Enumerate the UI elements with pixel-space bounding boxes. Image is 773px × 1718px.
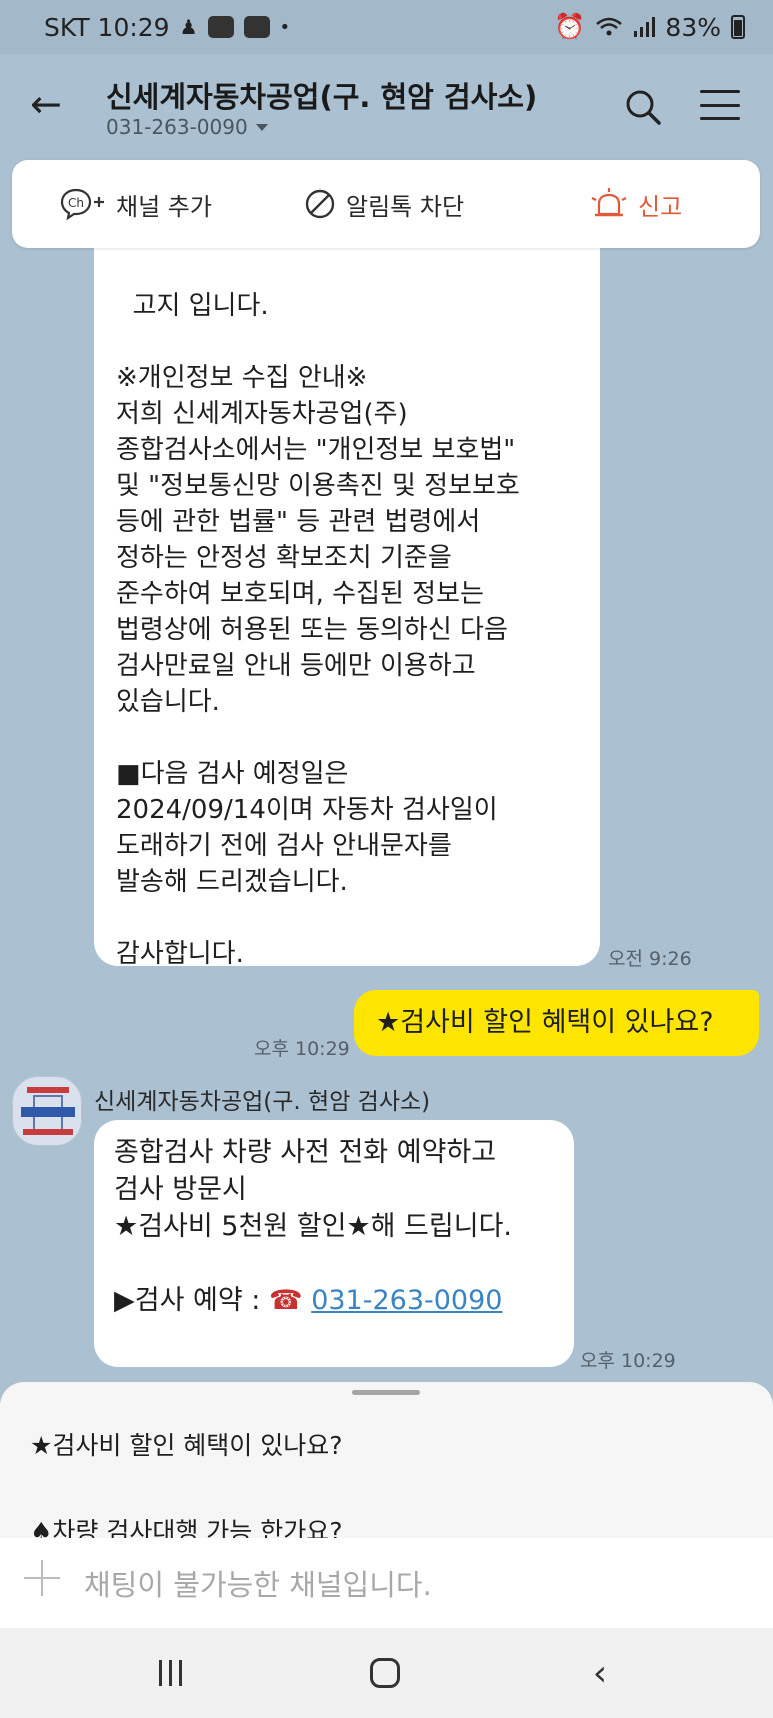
notification-icon: ♟: [179, 15, 198, 39]
channel-avatar[interactable]: [12, 1076, 82, 1146]
channel-add-icon: Ch: [60, 188, 104, 221]
plus-icon: [24, 1560, 60, 1596]
chat-title: 신세계자동차공업(구. 현암 검사소): [106, 80, 538, 114]
report-button[interactable]: 신고: [590, 160, 682, 248]
more-notifications-icon: •: [279, 16, 291, 38]
channel-phone[interactable]: 031-263-0090: [106, 115, 268, 139]
carrier-time: SKT 10:29: [44, 12, 170, 42]
chat-input-placeholder: 채팅이 불가능한 채널입니다.: [84, 1568, 432, 1602]
nav-back-button[interactable]: ‹: [580, 1628, 620, 1718]
home-icon: [370, 1658, 400, 1688]
message-text: 고지 입니다. ※개인정보 수집 안내※ 저희 신세계자동차공업(주) 종합검사…: [116, 291, 520, 969]
chevron-left-icon: ‹: [592, 1652, 608, 1694]
sender-name: 신세계자동차공업(구. 현암 검사소): [94, 1089, 431, 1115]
search-icon[interactable]: [624, 88, 662, 126]
message-time: 오전 9:26: [608, 948, 692, 970]
block-alert-label: 알림톡 차단: [346, 192, 465, 221]
signal-icon: [634, 17, 656, 37]
message-bubble-sent: ★검사비 할인 혜택이 있나요?: [354, 990, 759, 1056]
chat-header: ← 신세계자동차공업(구. 현암 검사소) 031-263-0090: [0, 54, 773, 158]
siren-icon: [591, 188, 627, 217]
add-channel-label: 채널 추가: [116, 192, 212, 221]
message-bubble-received: 종합검사 차량 사전 전화 예약하고 검사 방문시 ★검사비 5천원 할인★해 …: [94, 1120, 574, 1367]
battery-percent: 83%: [665, 12, 721, 42]
message-time: 오후 10:29: [580, 1350, 676, 1372]
channel-phone-number: 031-263-0090: [106, 115, 248, 139]
system-nav-bar: ‹: [0, 1628, 773, 1718]
quick-reply-item[interactable]: ♠차량 검사대행 가능 한가요?: [30, 1512, 343, 1538]
block-alert-button[interactable]: 알림톡 차단: [304, 160, 464, 248]
phone-link[interactable]: 031-263-0090: [311, 1285, 502, 1316]
menu-icon[interactable]: [700, 90, 740, 120]
message-text: ★검사비 할인 혜택이 있나요?: [376, 1007, 714, 1038]
back-arrow-icon[interactable]: ←: [30, 82, 62, 126]
message-bubble-received: 고지 입니다. ※개인정보 수집 안내※ 저희 신세계자동차공업(주) 종합검사…: [94, 200, 600, 969]
block-icon: [305, 189, 335, 219]
home-button[interactable]: [360, 1628, 410, 1718]
chevron-down-icon: [255, 123, 268, 131]
report-label: 신고: [638, 192, 683, 221]
quick-reply-item[interactable]: ★검사비 할인 혜택이 있나요?: [30, 1426, 343, 1462]
quick-reply-sheet: ★검사비 할인 혜택이 있나요? ♠차량 검사대행 가능 한가요?: [0, 1382, 773, 1538]
alarm-icon: ⏰: [554, 12, 586, 41]
app-notification-icon: [243, 16, 270, 38]
sheet-drag-handle[interactable]: [352, 1390, 420, 1395]
battery-icon: [731, 15, 745, 39]
recent-apps-button[interactable]: [140, 1628, 200, 1718]
wifi-icon: [596, 17, 623, 36]
add-channel-button[interactable]: Ch 채널 추가: [60, 160, 212, 248]
chat-input-bar: 채팅이 불가능한 채널입니다.: [0, 1538, 773, 1628]
message-time: 오후 10:29: [254, 1038, 350, 1060]
app-notification-icon: [207, 16, 234, 38]
svg-text:Ch: Ch: [68, 196, 84, 210]
telephone-icon: ☎: [268, 1285, 303, 1316]
status-bar: SKT 10:29 ♟ • ⏰ 83%: [0, 0, 773, 54]
channel-action-bar: Ch 채널 추가 알림톡 차단 신고: [12, 160, 760, 248]
